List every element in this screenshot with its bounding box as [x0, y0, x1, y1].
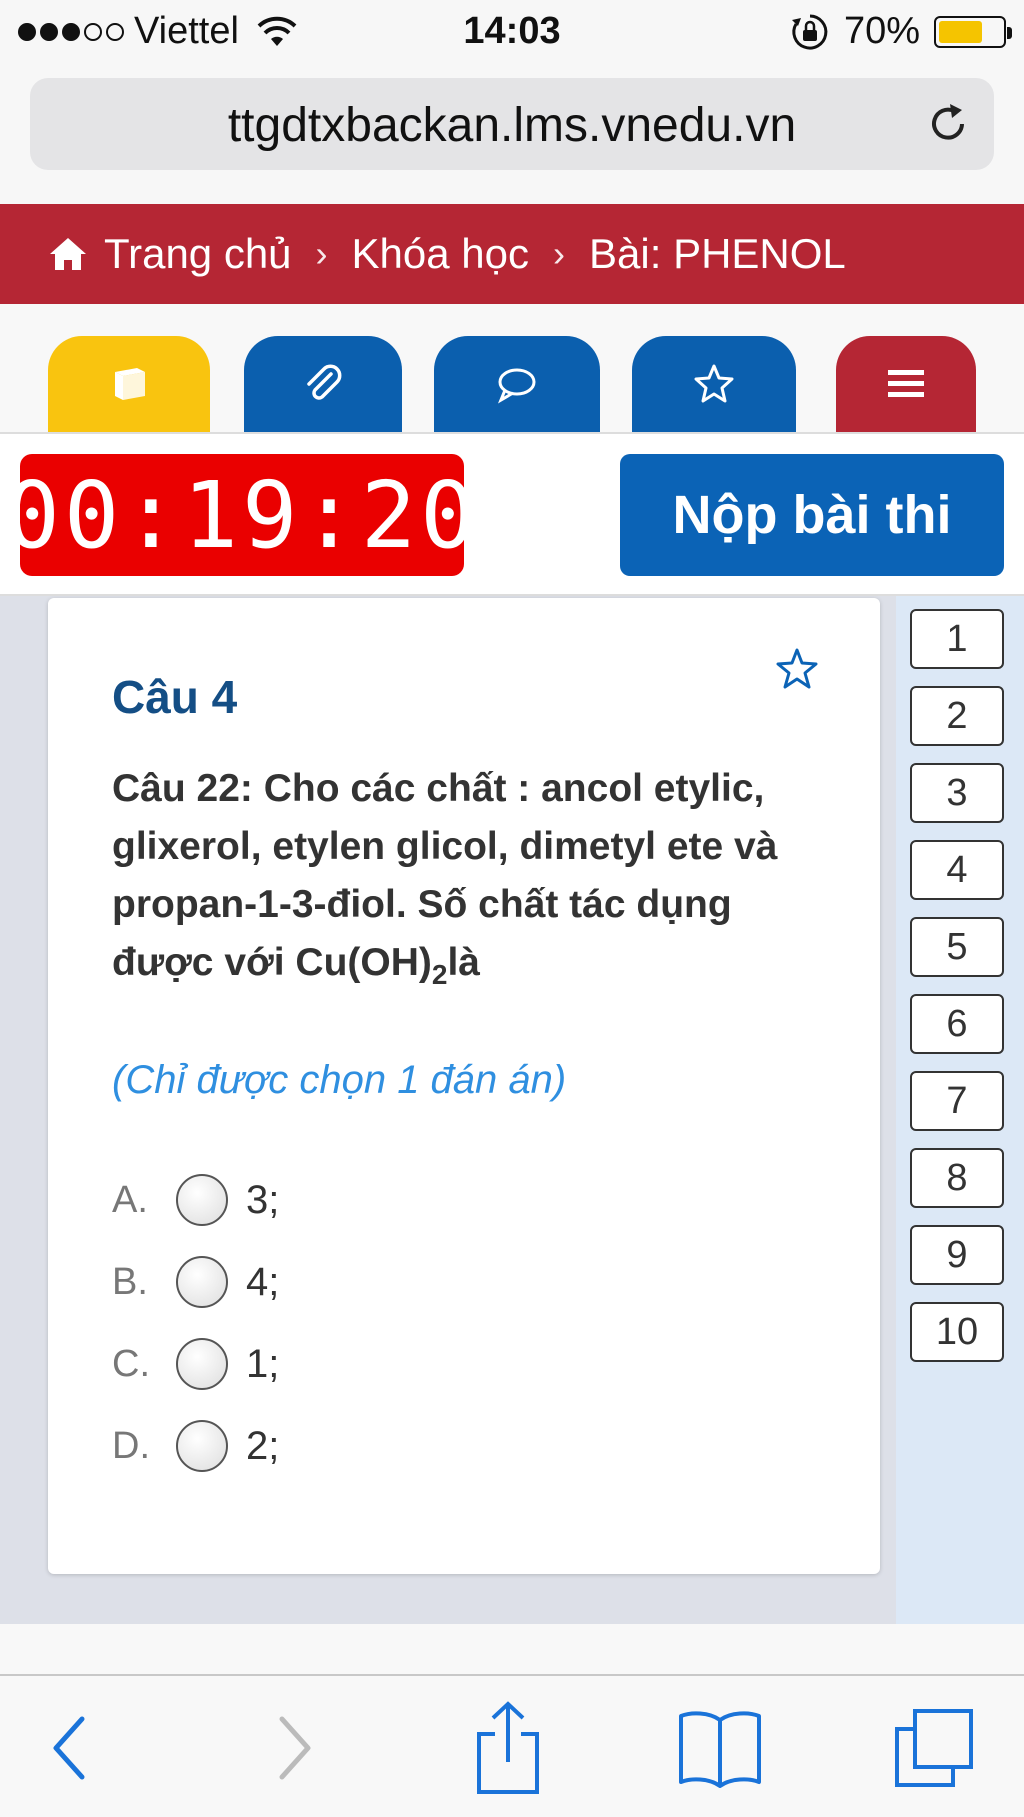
star-icon [694, 364, 734, 403]
option-letter: C. [112, 1342, 150, 1385]
option-text: 4; [246, 1259, 280, 1304]
tab-bar [0, 304, 1024, 432]
share-button[interactable] [460, 1700, 556, 1796]
question-number-button[interactable]: 7 [910, 1071, 1004, 1131]
option-letter: D. [112, 1424, 150, 1467]
option-radio[interactable] [176, 1420, 228, 1472]
question-number-button[interactable]: 5 [910, 917, 1004, 977]
back-button[interactable] [22, 1700, 118, 1796]
reload-icon[interactable] [924, 100, 972, 148]
question-number-button[interactable]: 3 [910, 763, 1004, 823]
option-radio[interactable] [176, 1174, 228, 1226]
question-number-button[interactable]: 10 [910, 1302, 1004, 1362]
forward-button[interactable] [246, 1700, 342, 1796]
option-text: 3; [246, 1177, 280, 1222]
question-text-end: là [447, 941, 480, 984]
chevron-right-icon [279, 1716, 311, 1780]
question-text-subscript: 2 [431, 958, 448, 990]
question-text-main: Câu 22: Cho các chất : ancol etylic, gli… [112, 767, 778, 984]
open-book-icon [679, 1711, 761, 1788]
paperclip-icon [307, 364, 342, 400]
tab-menu[interactable] [836, 336, 976, 432]
breadcrumb-course[interactable]: Khóa học [352, 230, 529, 278]
question-number-button[interactable]: 1 [910, 609, 1004, 669]
tab-comments[interactable] [434, 336, 600, 432]
rotation-lock-icon [791, 14, 828, 49]
option-radio[interactable] [176, 1338, 228, 1390]
share-icon [477, 1701, 539, 1794]
question-title: Câu 4 [112, 671, 238, 723]
chevron-right-icon: › [553, 233, 566, 274]
book-icon [115, 368, 145, 400]
answer-option-d[interactable]: D. 2; [112, 1416, 279, 1476]
tabs-icon [895, 1709, 973, 1787]
answer-hint: (Chỉ được chọn 1 đán án) [112, 1058, 567, 1102]
tabs-button[interactable] [886, 1700, 982, 1796]
answer-option-c[interactable]: C. 1; [112, 1334, 279, 1394]
tab-book[interactable] [48, 336, 210, 432]
question-number-button[interactable]: 9 [910, 1225, 1004, 1285]
countdown-timer: 00:19:20 [4, 454, 476, 576]
answer-option-b[interactable]: B. 4; [112, 1252, 279, 1312]
option-letter: A. [112, 1178, 148, 1221]
battery-percent: 70% [843, 10, 920, 52]
chat-icon [497, 368, 536, 404]
breadcrumb: Trang chủ › Khóa học › Bài: PHENOL [0, 204, 1024, 304]
bookmarks-button[interactable] [672, 1700, 768, 1796]
browser-toolbar [0, 1674, 1024, 1817]
menu-icon [888, 370, 924, 397]
question-number-button[interactable]: 4 [910, 840, 1004, 900]
answer-option-a[interactable]: A. 3; [112, 1170, 279, 1230]
chevron-right-icon: › [315, 233, 328, 274]
question-number-button[interactable]: 8 [910, 1148, 1004, 1208]
question-number-button[interactable]: 2 [910, 686, 1004, 746]
question-number-button[interactable]: 6 [910, 994, 1004, 1054]
chevron-left-icon [53, 1716, 85, 1780]
option-text: 1; [246, 1341, 280, 1386]
exam-control-bar: 00:19:20 Nộp bài thi [0, 432, 1024, 596]
tab-favorites[interactable] [632, 336, 796, 432]
status-bar: Viettel 14:03 70% [0, 0, 1024, 66]
status-right: 70% [790, 10, 1012, 53]
address-bar[interactable]: ttgdtxbackan.lms.vnedu.vn [30, 78, 994, 170]
submit-exam-button[interactable]: Nộp bài thi [620, 454, 1004, 576]
url-text[interactable]: ttgdtxbackan.lms.vnedu.vn [30, 98, 994, 153]
question-text: Câu 22: Cho các chất : ancol etylic, gli… [112, 760, 832, 1004]
option-text: 2; [246, 1423, 280, 1468]
option-letter: B. [112, 1260, 148, 1303]
question-card: Câu 4 Câu 22: Cho các chất : ancol etyli… [48, 598, 880, 1574]
browser-address-area: ttgdtxbackan.lms.vnedu.vn [0, 66, 1024, 204]
breadcrumb-home[interactable]: Trang chủ [104, 230, 292, 278]
battery-fill [939, 20, 983, 43]
home-icon[interactable] [48, 236, 88, 272]
breadcrumb-lesson: Bài: PHENOL [589, 230, 846, 277]
tab-attachments[interactable] [244, 336, 402, 432]
bookmark-star-icon[interactable] [774, 646, 820, 692]
option-radio[interactable] [176, 1256, 228, 1308]
battery-icon [934, 15, 1012, 48]
